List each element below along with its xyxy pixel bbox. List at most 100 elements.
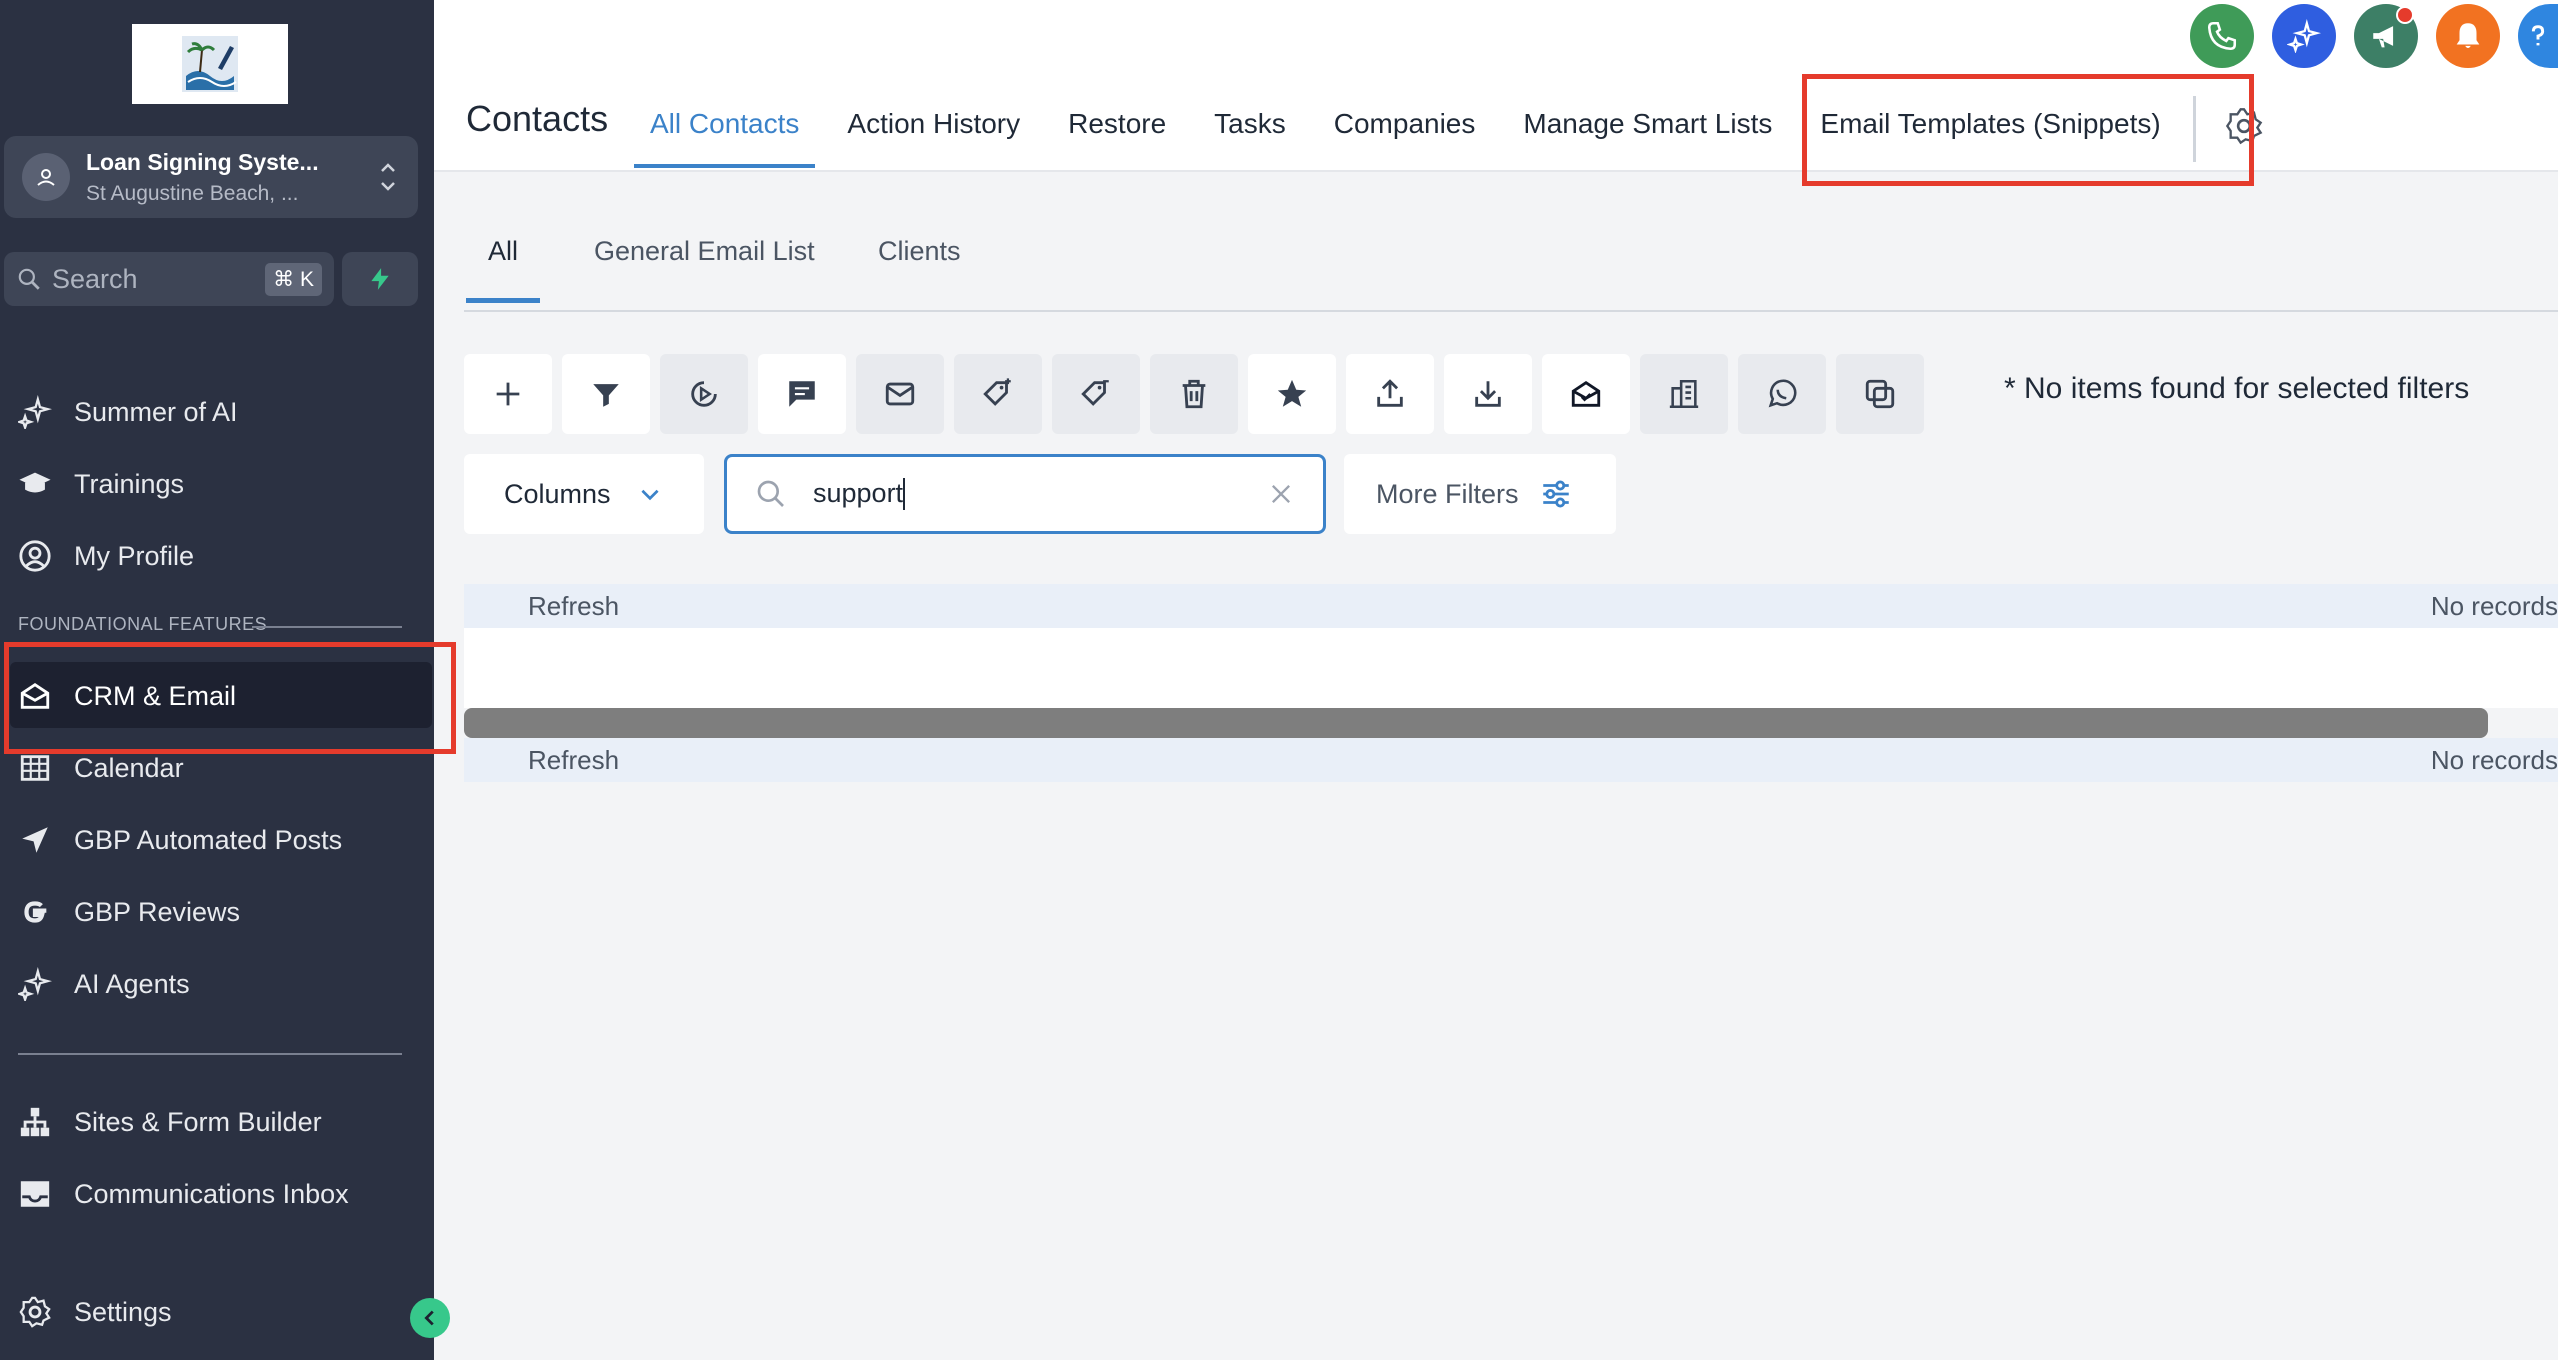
columns-dropdown[interactable]: Columns [464, 454, 704, 534]
refresh-link[interactable]: Refresh [528, 591, 619, 622]
phone-button[interactable] [2190, 4, 2254, 68]
clear-icon[interactable] [1267, 480, 1295, 508]
tab-divider [2192, 96, 2196, 162]
sidebar-item-label: GBP Reviews [74, 896, 241, 927]
gear-icon [19, 1296, 51, 1328]
account-switcher[interactable]: Loan Signing Syste... St Augustine Beach… [4, 136, 418, 218]
chevron-up-down-icon [381, 163, 395, 191]
filter-funnel-icon [593, 384, 619, 407]
sidebar-item-label: AI Agents [74, 968, 190, 999]
calendar-grid-icon [20, 755, 50, 781]
lightning-bolt-icon [371, 268, 389, 290]
sidebar-item-ai-agents[interactable]: AI Agents [16, 956, 426, 1012]
sidebar-item-my-profile[interactable]: My Profile [16, 528, 426, 584]
bulk-actions-toolbar [464, 354, 1924, 434]
refresh-link[interactable]: Refresh [528, 745, 619, 776]
whatsapp-button[interactable] [1738, 354, 1826, 434]
more-filters-label: More Filters [1376, 478, 1519, 509]
sidebar-item-label: GBP Automated Posts [74, 824, 343, 855]
email-verify-button[interactable] [1542, 354, 1630, 434]
tab-email-templates[interactable]: Email Templates (Snippets) [1820, 96, 2160, 168]
company-logo[interactable] [132, 24, 288, 104]
trash-icon [1182, 379, 1206, 409]
help-button[interactable] [2518, 4, 2558, 68]
send-email-button[interactable] [856, 354, 944, 434]
remove-tag-button[interactable] [1052, 354, 1140, 434]
mail-open-icon [20, 682, 50, 709]
chevron-left-icon [424, 1310, 434, 1326]
sparkle-icon [2287, 19, 2321, 53]
add-to-company-button[interactable] [1640, 354, 1728, 434]
account-location: St Augustine Beach, ... [86, 181, 299, 205]
columns-label: Columns [504, 478, 611, 509]
divider [18, 1053, 402, 1055]
text-cursor [903, 478, 906, 511]
quick-actions-button[interactable] [342, 252, 418, 306]
tab-tasks[interactable]: Tasks [1214, 96, 1286, 168]
subtab-clients[interactable]: Clients [878, 236, 961, 301]
sidebar-item-trainings[interactable]: Trainings [16, 456, 426, 512]
subtab-all[interactable]: All [465, 236, 541, 303]
phone-icon [2207, 21, 2237, 51]
sidebar-item-crm-email[interactable]: CRM & Email [16, 668, 426, 724]
sidebar-search[interactable]: Search ⌘ K [4, 252, 334, 306]
review-request-button[interactable] [1248, 354, 1336, 434]
sparkle-icon [18, 395, 52, 429]
sidebar-item-label: Settings [74, 1296, 172, 1327]
sidebar-item-calendar[interactable]: Calendar [16, 740, 426, 796]
location-avatar [22, 153, 70, 201]
collapse-sidebar-button[interactable] [410, 1298, 450, 1338]
section-label: FOUNDATIONAL FEATURES [18, 614, 268, 634]
question-mark-icon [2531, 25, 2545, 46]
search-icon [18, 268, 40, 290]
search-shortcut: ⌘ K [265, 262, 322, 296]
add-tag-button[interactable] [954, 354, 1042, 434]
megaphone-icon [2373, 26, 2394, 48]
search-icon [757, 480, 784, 507]
no-items-message: * No items found for selected filters [2004, 372, 2470, 405]
announcements-button[interactable] [2354, 4, 2418, 68]
main-tabs: All Contacts Action History Restore Task… [633, 96, 2264, 172]
delete-button[interactable] [1150, 354, 1238, 434]
sidebar-item-label: Communications Inbox [74, 1178, 349, 1209]
add-contact-button[interactable] [464, 354, 552, 434]
google-g-icon [24, 901, 47, 923]
contact-search-input[interactable]: support [724, 454, 1326, 534]
subtab-general-email-list[interactable]: General Email List [594, 236, 815, 301]
tab-action-history[interactable]: Action History [847, 96, 1020, 168]
sidebar-item-label: Calendar [74, 752, 184, 783]
star-icon [1277, 379, 1307, 407]
sidebar-item-gbp-reviews[interactable]: GBP Reviews [16, 884, 426, 940]
sidebar-item-communications-inbox[interactable]: Communications Inbox [16, 1166, 426, 1222]
notifications-button[interactable] [2436, 4, 2500, 68]
table-footer-bar: Refresh No records [464, 738, 2558, 782]
tab-all-contacts[interactable]: All Contacts [633, 96, 816, 168]
sidebar-item-summer-of-ai[interactable]: Summer of AI [16, 384, 426, 440]
sidebar-item-settings[interactable]: Settings [16, 1284, 426, 1340]
download-icon [1475, 381, 1501, 407]
sidebar-item-gbp-automated-posts[interactable]: GBP Automated Posts [16, 812, 426, 868]
merge-duplicates-button[interactable] [1836, 354, 1924, 434]
bell-icon [2456, 23, 2480, 49]
table-header-bar: Refresh No records [464, 584, 2558, 628]
upload-icon [1377, 379, 1403, 407]
add-to-workflow-button[interactable] [660, 354, 748, 434]
search-value: support [813, 477, 904, 508]
horizontal-scrollbar[interactable] [464, 708, 2488, 738]
import-button[interactable] [1444, 354, 1532, 434]
envelope-icon [885, 382, 915, 406]
export-button[interactable] [1346, 354, 1434, 434]
more-filters-button[interactable]: More Filters [1344, 454, 1616, 534]
ai-assistant-button[interactable] [2272, 4, 2336, 68]
tab-companies[interactable]: Companies [1334, 96, 1476, 168]
tab-restore[interactable]: Restore [1068, 96, 1166, 168]
sliders-icon [1542, 480, 1569, 508]
send-sms-button[interactable] [758, 354, 846, 434]
sidebar-item-sites-form-builder[interactable]: Sites & Form Builder [16, 1094, 426, 1150]
sidebar: Loan Signing Syste... St Augustine Beach… [0, 0, 450, 1360]
filter-button[interactable] [562, 354, 650, 434]
no-records-label: No records [2430, 590, 2558, 621]
tab-manage-smart-lists[interactable]: Manage Smart Lists [1523, 96, 1772, 168]
gear-icon[interactable] [2224, 106, 2264, 146]
user-circle-icon [19, 540, 51, 572]
